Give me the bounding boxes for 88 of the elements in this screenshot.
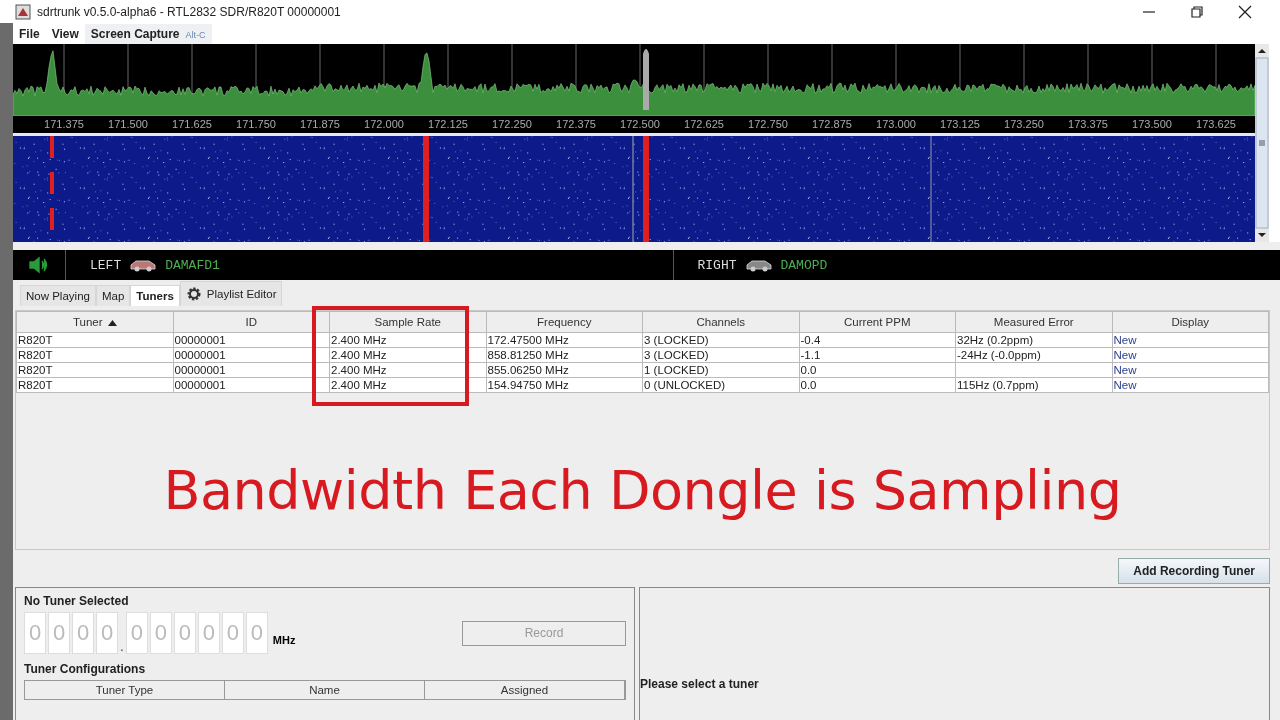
column-header[interactable]: Name	[225, 681, 425, 699]
menu-item[interactable]: File	[13, 23, 46, 44]
axis-label: 172.750	[747, 117, 789, 132]
table-cell: 00000001	[174, 379, 226, 391]
unit-label: MHz	[272, 634, 296, 646]
axis-label: 172.500	[619, 117, 661, 132]
close-icon[interactable]	[1238, 4, 1252, 19]
table-cell: 2.400 MHz	[331, 364, 387, 376]
column-header[interactable]: Tuner	[16, 311, 173, 333]
tab[interactable]: Tuners	[130, 285, 180, 306]
display-link[interactable]: New	[1113, 379, 1137, 391]
column-header[interactable]: Tuner Type	[25, 681, 225, 699]
table-cell: 2.400 MHz	[331, 349, 387, 361]
axis-label: 173.375	[1067, 117, 1109, 132]
axis-label: 171.625	[171, 117, 213, 132]
table-cell: -24Hz (-0.0ppm)	[957, 349, 1041, 361]
table-cell: 1 (LOCKED)	[644, 364, 709, 376]
menu-item[interactable]: Screen Capture Alt-C	[84, 23, 212, 44]
speaker-icon[interactable]	[28, 255, 50, 275]
display-link[interactable]: New	[1113, 349, 1137, 361]
status-message: Please select a tuner	[640, 677, 759, 691]
table-cell: 00000001	[174, 334, 226, 346]
axis-label: 171.750	[235, 117, 277, 132]
tab[interactable]: Map	[95, 285, 131, 306]
axis-label: 173.500	[1131, 117, 1173, 132]
axis-label: 173.625	[1195, 117, 1237, 132]
menu-item[interactable]: View	[45, 23, 85, 44]
table-cell: -1.1	[800, 349, 821, 361]
channel-label: RIGHT	[697, 257, 737, 273]
column-header[interactable]: Measured Error	[955, 311, 1112, 333]
axis-label: 171.875	[299, 117, 341, 132]
table-cell: 858.81250 MHz	[487, 349, 569, 361]
panel-title: No Tuner Selected	[24, 594, 130, 608]
axis-label: 171.375	[43, 117, 85, 132]
table-cell: 2.400 MHz	[331, 334, 387, 346]
restore-icon[interactable]	[1190, 4, 1204, 19]
column-header[interactable]: Sample Rate	[329, 311, 486, 333]
channel-label: LEFT	[90, 257, 122, 273]
axis-label: 172.250	[491, 117, 533, 132]
axis-label: 172.625	[683, 117, 725, 132]
app-icon	[15, 3, 31, 20]
table-cell: R820T	[18, 364, 53, 376]
section-title: Tuner Configurations	[24, 662, 147, 676]
table-cell: R820T	[18, 334, 53, 346]
table-cell: 3 (LOCKED)	[644, 349, 709, 361]
gear-icon	[185, 286, 202, 302]
axis-label: 172.000	[363, 117, 405, 132]
annotation-caption: Bandwidth Each Dongle is Sampling	[162, 459, 1123, 522]
axis-label: 172.125	[427, 117, 469, 132]
table-cell: R820T	[18, 379, 53, 391]
axis-label: 173.000	[875, 117, 917, 132]
column-header[interactable]: ID	[173, 311, 330, 333]
column-header[interactable]: Display	[1112, 311, 1269, 333]
table-cell: 2.400 MHz	[331, 379, 387, 391]
scrollbar[interactable]	[1255, 44, 1269, 242]
axis-label: 173.125	[939, 117, 981, 132]
axis-label: 172.875	[811, 117, 853, 132]
axis-label: 173.250	[1003, 117, 1045, 132]
table-cell: 32Hz (0.2ppm)	[957, 334, 1034, 346]
column-header[interactable]: Current PPM	[799, 311, 956, 333]
table-cell: -0.4	[800, 334, 821, 346]
display-link[interactable]: New	[1113, 364, 1137, 376]
display-link[interactable]: New	[1113, 334, 1137, 346]
table-cell: 0 (UNLOCKED)	[644, 379, 726, 391]
tab[interactable]: Playlist Editor	[179, 281, 283, 306]
tab[interactable]: Now Playing	[20, 285, 96, 306]
channel-alias: DAMOPD	[780, 257, 828, 273]
decimal-point: .	[120, 640, 124, 654]
table-cell: 154.94750 MHz	[487, 379, 569, 391]
table-cell: 172.47500 MHz	[487, 334, 569, 346]
table-cell: 115Hz (0.7ppm)	[957, 379, 1039, 391]
channel-alias: DAMAFD1	[165, 257, 220, 273]
vehicle-icon	[129, 257, 158, 273]
table-cell: 3 (LOCKED)	[644, 334, 709, 346]
table-cell: 00000001	[174, 349, 226, 361]
table-cell: 0.0	[800, 379, 817, 391]
axis-label: 171.500	[107, 117, 149, 132]
axis-label: 172.375	[555, 117, 597, 132]
column-header[interactable]: Frequency	[486, 311, 643, 333]
add-tuner-button[interactable]: Add Recording Tuner	[1118, 558, 1270, 584]
column-header[interactable]: Channels	[642, 311, 799, 333]
vehicle-icon	[744, 257, 773, 273]
window-title: sdrtrunk v0.5.0-alpha6 - RTL2832 SDR/R820T 00000001	[37, 4, 341, 19]
table-cell: R820T	[18, 349, 53, 361]
table-cell: 855.06250 MHz	[487, 364, 569, 376]
table-cell: 0.0	[800, 364, 817, 376]
table-cell: 00000001	[174, 364, 226, 376]
column-header[interactable]: Assigned	[425, 681, 625, 699]
